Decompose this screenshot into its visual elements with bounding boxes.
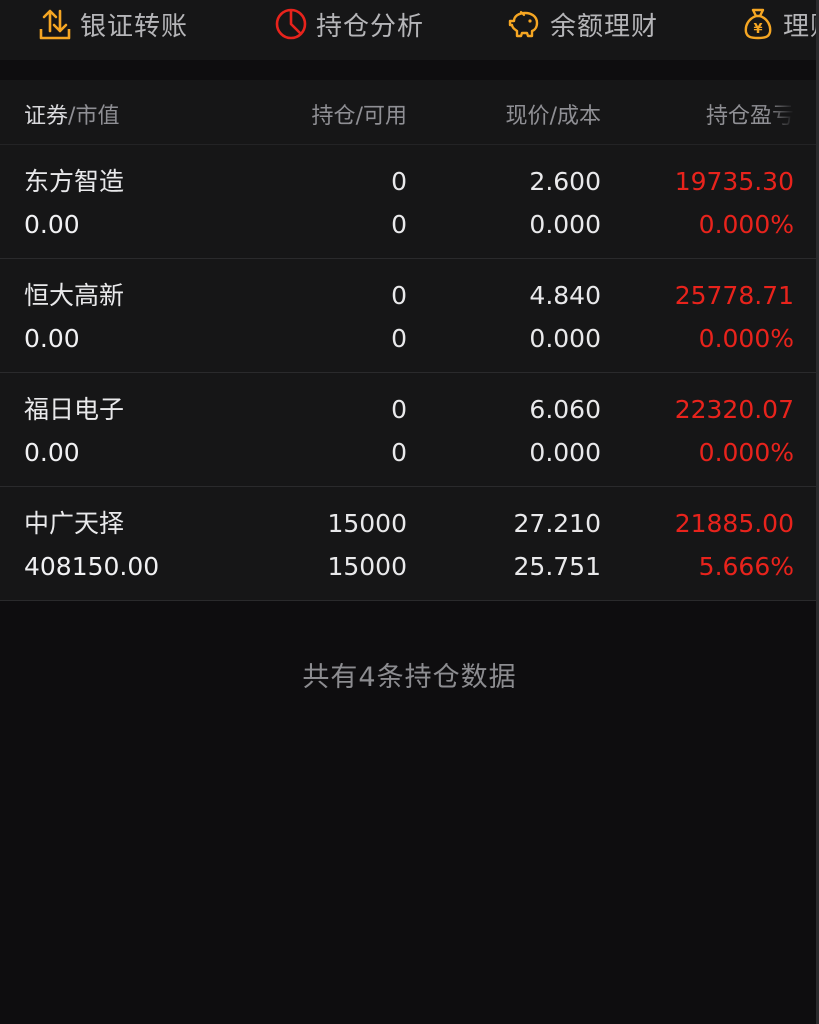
header-cost: 成本 <box>556 104 601 129</box>
header-position-pnl[interactable]: 持仓盈亏 <box>706 98 794 130</box>
cost-price: 0.000 <box>529 438 601 467</box>
svg-text:¥: ¥ <box>753 22 762 37</box>
bank-securities-transfer-label: 银证转账 <box>80 11 189 42</box>
header-price-cost[interactable]: 现价/成本 <box>506 98 601 130</box>
current-price: 6.060 <box>529 395 601 424</box>
available-quantity: 0 <box>391 324 407 353</box>
holding-quantity: 0 <box>391 281 407 310</box>
position-analysis-label: 持仓分析 <box>316 11 425 42</box>
holding-quantity: 15000 <box>327 509 407 538</box>
security-name: 东方智造 <box>24 167 125 196</box>
wealth-management-label: 理财 <box>783 11 819 42</box>
position-pnl: 19735.30 <box>674 167 794 196</box>
security-name: 恒大高新 <box>24 281 125 310</box>
available-quantity: 15000 <box>327 552 407 581</box>
piggy-bank-icon <box>508 7 542 41</box>
market-value: 0.00 <box>24 324 80 353</box>
header-position: 持仓 <box>311 104 356 129</box>
header-security: 证券 <box>24 104 69 129</box>
pie-chart-icon <box>274 7 308 41</box>
header-separator: / <box>355 104 363 129</box>
table-row[interactable]: 福日电子 0.00 0 0 6.060 0.000 22320.07 0.000… <box>0 373 816 487</box>
position-pnl: 25778.71 <box>674 281 794 310</box>
header-market-value: 市值 <box>75 104 120 129</box>
cost-price: 25.751 <box>513 552 601 581</box>
header-price: 现价 <box>505 104 550 129</box>
position-analysis-button[interactable]: 持仓分析 <box>274 4 424 44</box>
cost-price: 0.000 <box>529 324 601 353</box>
header-position-available[interactable]: 持仓/可用 <box>312 98 407 130</box>
security-name: 中广天择 <box>24 509 125 538</box>
current-price: 27.210 <box>513 509 601 538</box>
header-separator: / <box>549 104 557 129</box>
available-quantity: 0 <box>391 210 407 239</box>
market-value: 408150.00 <box>24 552 160 581</box>
table-row[interactable]: 中广天择 408150.00 15000 15000 27.210 25.751… <box>0 487 816 601</box>
market-value: 0.00 <box>24 210 80 239</box>
balance-finance-button[interactable]: 余额理财 <box>508 4 658 44</box>
table-header: 证券/市值 持仓/可用 现价/成本 持仓盈亏 <box>0 80 816 145</box>
table-row[interactable]: 恒大高新 0.00 0 0 4.840 0.000 25778.71 0.000… <box>0 259 816 373</box>
holding-quantity: 0 <box>391 167 407 196</box>
transfer-icon <box>38 7 72 41</box>
position-pnl: 21885.00 <box>674 509 794 538</box>
quick-actions-bar: 银证转账 持仓分析 余额理财 ¥ 理财 <box>0 0 819 60</box>
position-pnl-percent: 5.666% <box>698 552 794 581</box>
position-pnl-percent: 0.000% <box>698 210 794 239</box>
current-price: 2.600 <box>529 167 601 196</box>
security-name: 福日电子 <box>24 395 125 424</box>
holding-quantity: 0 <box>391 395 407 424</box>
header-available: 可用 <box>362 104 407 129</box>
position-pnl: 22320.07 <box>674 395 794 424</box>
bank-securities-transfer-button[interactable]: 银证转账 <box>38 4 188 44</box>
header-pnl: 持仓盈亏 <box>705 104 794 129</box>
current-price: 4.840 <box>529 281 601 310</box>
header-security-market-value[interactable]: 证券/市值 <box>24 98 119 130</box>
holdings-table: 证券/市值 持仓/可用 现价/成本 持仓盈亏 东方智造 0.00 0 0 2.6… <box>0 80 816 601</box>
money-bag-icon: ¥ <box>741 7 775 41</box>
holdings-count-text: 共有4条持仓数据 <box>302 662 517 693</box>
position-pnl-percent: 0.000% <box>698 324 794 353</box>
balance-finance-label: 余额理财 <box>550 11 659 42</box>
wealth-management-button[interactable]: ¥ 理财 <box>741 4 819 44</box>
position-pnl-percent: 0.000% <box>698 438 794 467</box>
available-quantity: 0 <box>391 438 407 467</box>
table-row[interactable]: 东方智造 0.00 0 0 2.600 0.000 19735.30 0.000… <box>0 145 816 259</box>
market-value: 0.00 <box>24 438 80 467</box>
cost-price: 0.000 <box>529 210 601 239</box>
